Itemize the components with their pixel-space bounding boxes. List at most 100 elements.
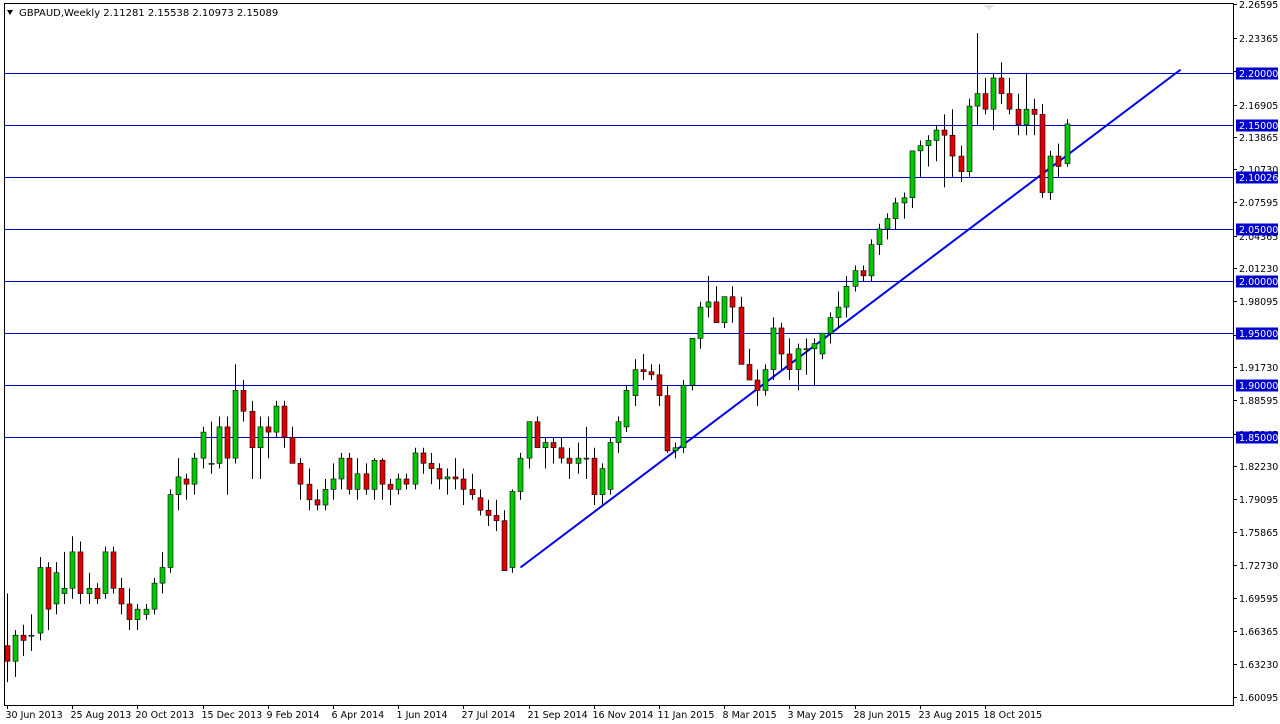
price-tick-label: 1.69595 <box>1239 594 1278 605</box>
bear-candle-body <box>428 463 435 469</box>
candle <box>509 489 516 573</box>
bear-candle-body <box>550 442 557 449</box>
bear-candle-body <box>77 551 84 594</box>
time-tick-label: 25 Aug 2013 <box>71 710 132 721</box>
bull-candle-body <box>208 463 215 465</box>
bear-candle-body <box>998 77 1005 94</box>
time-tick-label: 11 Jan 2015 <box>658 710 715 721</box>
bear-candle-body <box>558 447 565 459</box>
price-tick-label: 1.66365 <box>1239 627 1278 638</box>
candle <box>1064 119 1071 167</box>
bear-candle-body <box>460 478 467 490</box>
bear-candle-body <box>249 410 256 449</box>
bull-candle-body <box>680 384 687 449</box>
bear-candle-body <box>664 395 671 452</box>
time-tick-label: 20 Oct 2013 <box>136 710 195 721</box>
bear-candle-body <box>1031 108 1038 115</box>
bear-candle-body <box>941 129 948 136</box>
bull-candle-body <box>599 468 606 495</box>
bull-candle-body <box>697 306 704 339</box>
bull-candle-body <box>770 327 777 370</box>
bull-candle-body <box>37 567 44 634</box>
bull-candle-body <box>966 105 973 172</box>
bull-candle-body <box>803 348 810 351</box>
bear-candle-body <box>4 645 11 662</box>
bull-candle-body <box>843 285 850 308</box>
price-tick-label: 2.23365 <box>1239 34 1278 45</box>
time-tick-label: 3 May 2015 <box>788 710 844 721</box>
bull-candle-body <box>795 348 802 370</box>
bear-candle-body <box>20 634 27 641</box>
bull-candle-body <box>835 306 842 318</box>
candle <box>102 546 109 599</box>
bull-candle-body <box>1023 108 1030 126</box>
bear-candle-body <box>403 478 410 485</box>
bull-candle-body <box>232 390 239 459</box>
bull-candle-body <box>827 317 834 334</box>
price-tick-label: 1.79095 <box>1239 495 1278 506</box>
bear-candle-body <box>94 588 101 600</box>
bear-candle-body <box>379 459 386 485</box>
bear-candle-body <box>346 457 353 490</box>
bear-candle-body <box>240 390 247 412</box>
bull-candle-body <box>134 608 141 620</box>
bear-candle-body <box>754 379 761 391</box>
time-tick-label: 28 Jun 2015 <box>854 710 911 721</box>
bull-candle-body <box>892 202 899 219</box>
chart-background <box>0 0 1280 724</box>
bear-candle-body <box>477 497 484 511</box>
price-tick-label: 1.60095 <box>1239 693 1278 704</box>
price-tick-label: 2.26595 <box>1239 0 1278 11</box>
time-tick-label: 27 Jul 2014 <box>462 710 516 721</box>
candle <box>868 239 875 282</box>
level-label: 2.20000 <box>1239 69 1278 80</box>
time-tick-label: 23 Aug 2015 <box>919 710 980 721</box>
price-tick-label: 1.88595 <box>1239 396 1278 407</box>
bear-candle-body <box>534 421 541 449</box>
bear-candle-body <box>713 301 720 324</box>
bull-candle-body <box>175 476 182 495</box>
bull-candle-body <box>615 421 622 443</box>
bull-candle-body <box>542 442 549 449</box>
bear-candle-body <box>501 520 508 571</box>
bull-candle-body <box>672 447 679 452</box>
candle <box>664 385 671 453</box>
bear-candle-body <box>493 515 500 521</box>
bull-candle-body <box>607 442 614 490</box>
candle <box>680 380 687 453</box>
bull-candle-body <box>12 634 19 662</box>
candle <box>607 437 614 495</box>
candle <box>273 400 280 438</box>
bull-candle-body <box>583 457 590 460</box>
bull-candle-body <box>200 431 207 459</box>
bear-candle-body <box>469 489 476 495</box>
bear-candle-body <box>958 155 965 172</box>
candle <box>37 557 44 641</box>
bear-candle-body <box>640 369 647 372</box>
candle <box>1047 150 1054 200</box>
time-tick-label: 6 Apr 2014 <box>332 710 385 721</box>
bear-candle-body <box>982 93 989 110</box>
candle <box>151 577 158 615</box>
bear-candle-body <box>314 499 321 506</box>
price-tick-label: 2.13865 <box>1239 133 1278 144</box>
bear-candle-body <box>786 353 793 370</box>
price-tick-label: 1.72730 <box>1239 561 1278 572</box>
bear-candle-body <box>183 478 190 485</box>
chart-canvas[interactable]: 2.265952.233652.201352.169052.138652.107… <box>0 0 1280 724</box>
time-tick-label: 18 Oct 2015 <box>984 710 1043 721</box>
bull-candle-body <box>412 452 419 485</box>
bull-candle-body <box>86 588 93 594</box>
price-tick-label: 1.63230 <box>1239 660 1278 671</box>
candle <box>966 98 973 177</box>
time-tick-label: 8 Mar 2015 <box>723 710 777 721</box>
bear-candle-body <box>746 364 753 381</box>
bear-candle-body <box>387 483 394 490</box>
bear-candle-body <box>126 603 133 620</box>
bull-candle-body <box>689 338 696 386</box>
bull-candle-body <box>811 343 818 350</box>
time-tick-label: 15 Dec 2013 <box>202 710 263 721</box>
bear-candle-body <box>363 473 370 490</box>
bear-candle-body <box>1039 114 1046 193</box>
bull-candle-body <box>216 426 223 464</box>
